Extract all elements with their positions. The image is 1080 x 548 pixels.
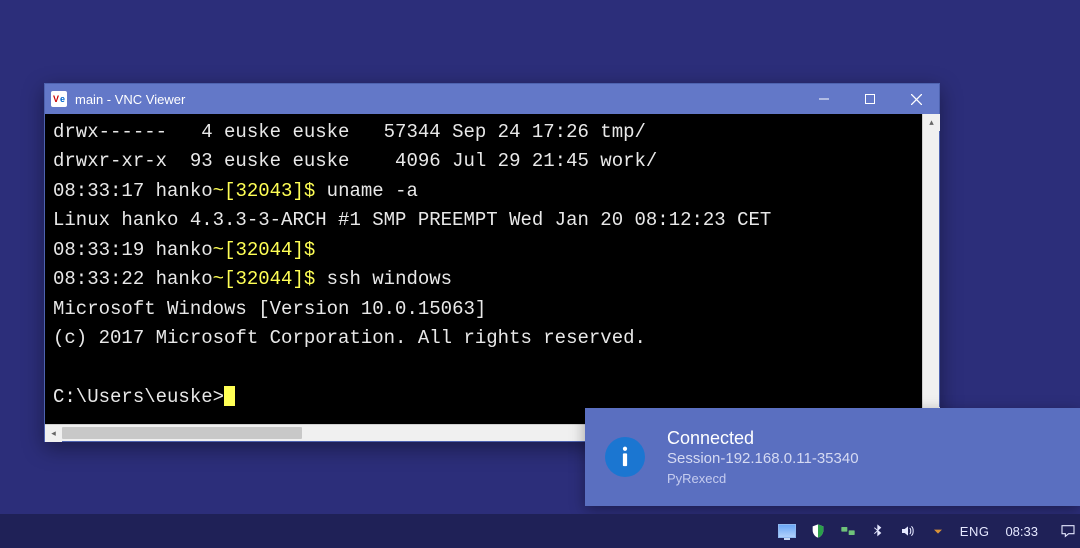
network-icon[interactable] bbox=[840, 523, 856, 539]
terminal-line: 08:33:19 hanko~[32044]$ bbox=[53, 236, 931, 265]
terminal-line: 08:33:17 hanko~[32043]$ uname -a bbox=[53, 177, 931, 206]
window-titlebar[interactable]: main - VNC Viewer bbox=[45, 84, 939, 114]
window-control-buttons bbox=[801, 84, 939, 114]
window-title: main - VNC Viewer bbox=[75, 92, 801, 107]
terminal-cursor bbox=[224, 386, 235, 406]
terminal-line: Linux hanko 4.3.3-3-ARCH #1 SMP PREEMPT … bbox=[53, 206, 931, 235]
vnc-viewer-window: main - VNC Viewer drwx------ 4 euske eus… bbox=[44, 83, 940, 442]
notification-toast[interactable]: Connected Session-192.168.0.11-35340 PyR… bbox=[585, 408, 1080, 506]
terminal-segment: ~[32044]$ bbox=[213, 268, 316, 290]
notification-title: Connected bbox=[667, 428, 859, 450]
terminal-line bbox=[53, 354, 931, 383]
terminal-line: Microsoft Windows [Version 10.0.15063] bbox=[53, 295, 931, 324]
tray-monitor-icon[interactable] bbox=[778, 524, 796, 538]
terminal-segment: (c) 2017 Microsoft Corporation. All righ… bbox=[53, 327, 646, 349]
terminal-segment: ~[32043]$ bbox=[213, 180, 316, 202]
system-tray: ENG 08:33 bbox=[778, 523, 1076, 539]
terminal-line: 08:33:22 hanko~[32044]$ ssh windows bbox=[53, 265, 931, 294]
notification-subtitle: Session-192.168.0.11-35340 bbox=[667, 449, 859, 469]
horizontal-scroll-thumb[interactable] bbox=[62, 427, 302, 439]
terminal-line: (c) 2017 Microsoft Corporation. All righ… bbox=[53, 324, 931, 353]
vertical-scroll-track[interactable] bbox=[923, 131, 939, 407]
terminal-segment: Microsoft Windows [Version 10.0.15063] bbox=[53, 298, 486, 320]
terminal-segment: uname -a bbox=[315, 180, 418, 202]
windows-defender-icon[interactable] bbox=[810, 523, 826, 539]
notification-app-name: PyRexecd bbox=[667, 471, 859, 486]
terminal-segment: 08:33:19 hanko bbox=[53, 239, 213, 261]
taskbar: ENG 08:33 bbox=[0, 514, 1080, 548]
terminal-output[interactable]: drwx------ 4 euske euske 57344 Sep 24 17… bbox=[45, 114, 939, 424]
language-indicator[interactable]: ENG bbox=[960, 524, 990, 539]
terminal-segment: ~[32044]$ bbox=[213, 239, 316, 261]
terminal-segment: 08:33:22 hanko bbox=[53, 268, 213, 290]
maximize-button[interactable] bbox=[847, 84, 893, 114]
terminal-segment: Linux hanko 4.3.3-3-ARCH #1 SMP PREEMPT … bbox=[53, 209, 771, 231]
vnc-app-icon bbox=[51, 91, 67, 107]
terminal-wrapper: drwx------ 4 euske euske 57344 Sep 24 17… bbox=[45, 114, 939, 441]
terminal-segment bbox=[53, 357, 64, 379]
info-icon bbox=[605, 437, 645, 477]
terminal-segment: ssh windows bbox=[315, 268, 452, 290]
action-center-icon[interactable] bbox=[1060, 523, 1076, 539]
vertical-scrollbar[interactable]: ▴ ▾ bbox=[922, 114, 939, 424]
terminal-segment: drwxr-xr-x 93 euske euske 4096 Jul 29 21… bbox=[53, 150, 657, 172]
terminal-segment: 08:33:17 hanko bbox=[53, 180, 213, 202]
terminal-segment: C:\Users\euske> bbox=[53, 386, 224, 408]
terminal-segment: drwx------ 4 euske euske 57344 Sep 24 17… bbox=[53, 121, 646, 143]
scroll-up-arrow-icon[interactable]: ▴ bbox=[923, 114, 940, 131]
close-button[interactable] bbox=[893, 84, 939, 114]
tray-overflow-icon[interactable] bbox=[930, 523, 946, 539]
scroll-left-arrow-icon[interactable]: ◂ bbox=[45, 425, 62, 442]
bluetooth-icon[interactable] bbox=[870, 523, 886, 539]
taskbar-clock[interactable]: 08:33 bbox=[1005, 524, 1038, 539]
terminal-line: drwx------ 4 euske euske 57344 Sep 24 17… bbox=[53, 118, 931, 147]
notification-text: Connected Session-192.168.0.11-35340 PyR… bbox=[667, 428, 859, 487]
volume-icon[interactable] bbox=[900, 523, 916, 539]
terminal-line: drwxr-xr-x 93 euske euske 4096 Jul 29 21… bbox=[53, 147, 931, 176]
minimize-button[interactable] bbox=[801, 84, 847, 114]
